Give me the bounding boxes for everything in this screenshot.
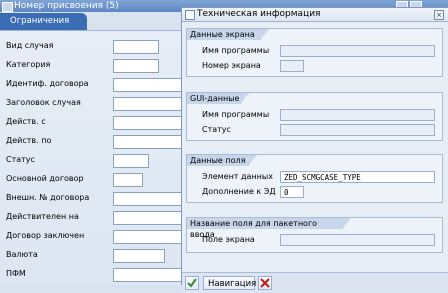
field-label-contract-concluded: Договор заключен [6, 231, 85, 240]
currency-input[interactable] [113, 249, 165, 263]
main-contract-input[interactable] [113, 173, 143, 187]
technical-info-dialog: Техническая информация × Данные экрана И… [181, 7, 448, 293]
contract-id-input[interactable] [113, 78, 183, 92]
data-element-addition-label: Дополнение к ЭД [202, 187, 276, 196]
field-label-category: Категория [6, 60, 51, 69]
group-header-gui: GUI-данные [187, 93, 249, 104]
status-input[interactable] [113, 154, 149, 168]
screen-number-field[interactable] [280, 60, 304, 72]
screen-program-field[interactable] [280, 45, 435, 57]
field-label-status: Статус [6, 155, 35, 164]
group-field-data: Данные поля Элемент данных ZED_SCMGCASE_… [186, 154, 443, 203]
valid-on-input[interactable] [113, 211, 183, 225]
field-label-valid-to: Действ. по [6, 136, 52, 145]
screen-number-label: Номер экрана [202, 61, 261, 70]
pfm-input[interactable] [113, 268, 183, 282]
close-icon[interactable]: × [434, 10, 444, 20]
field-label-valid-from: Действ. с [6, 117, 46, 126]
screen-program-label: Имя программы [202, 46, 270, 55]
field-label-main-contract: Основной договор [6, 174, 84, 183]
external-contract-input[interactable] [113, 192, 183, 206]
dialog-footer: Навигация [182, 272, 448, 293]
gui-program-field[interactable] [280, 109, 435, 121]
window-icon [2, 2, 13, 12]
checkmark-icon [187, 278, 197, 288]
valid-from-input[interactable] [113, 116, 183, 130]
group-gui-data: GUI-данные Имя программы Статус [186, 92, 443, 141]
field-label-valid-on: Действителен на [6, 212, 79, 221]
gui-status-label: Статус [202, 125, 231, 134]
field-label-case-title: Заголовок случая [6, 98, 81, 107]
valid-to-input[interactable] [113, 135, 183, 149]
group-header-screen: Данные экрана [187, 29, 269, 40]
dialog-window-icon [185, 10, 195, 20]
group-header-batch: Название поля для пакетного ввода [187, 218, 351, 239]
gui-status-field[interactable] [280, 124, 435, 136]
gui-program-label: Имя программы [202, 110, 270, 119]
group-batch-input: Название поля для пакетного ввода Поле э… [186, 217, 443, 253]
navigation-button-label: Навигация [208, 279, 257, 289]
dialog-title: Техническая информация [197, 9, 321, 19]
field-label-currency: Валюта [6, 250, 38, 259]
data-element-label: Элемент данных [202, 172, 273, 181]
field-label-contract-id: Идентиф. договора [6, 79, 89, 88]
screen-field-field[interactable] [280, 234, 435, 246]
group-screen-data: Данные экрана Имя программы Номер экрана [186, 28, 443, 77]
tab-label: Ограничения [10, 16, 70, 26]
confirm-button[interactable] [185, 276, 199, 290]
tab-restrictions[interactable]: Ограничения [0, 13, 87, 30]
dialog-titlebar: Техническая информация × [182, 8, 448, 22]
case-type-input[interactable] [113, 40, 159, 54]
navigation-button[interactable]: Навигация [203, 276, 257, 290]
cancel-button[interactable] [258, 276, 272, 290]
field-label-pfm: ПФМ [6, 269, 26, 278]
screen-field-label: Поле экрана [202, 235, 255, 244]
case-title-input[interactable] [113, 97, 183, 111]
contract-concluded-input[interactable] [113, 230, 183, 244]
data-element-addition-field[interactable]: 0 [280, 186, 304, 198]
category-input[interactable] [113, 59, 159, 73]
background-window-title: Номер присвоения (5) [14, 1, 119, 11]
cancel-x-icon [260, 278, 270, 288]
field-label-external-contract: Внешн. № договора [6, 193, 90, 202]
field-label-case-type: Вид случая [6, 41, 54, 50]
group-header-field: Данные поля [187, 155, 257, 166]
data-element-field[interactable]: ZED_SCMGCASE_TYPE [280, 171, 435, 183]
